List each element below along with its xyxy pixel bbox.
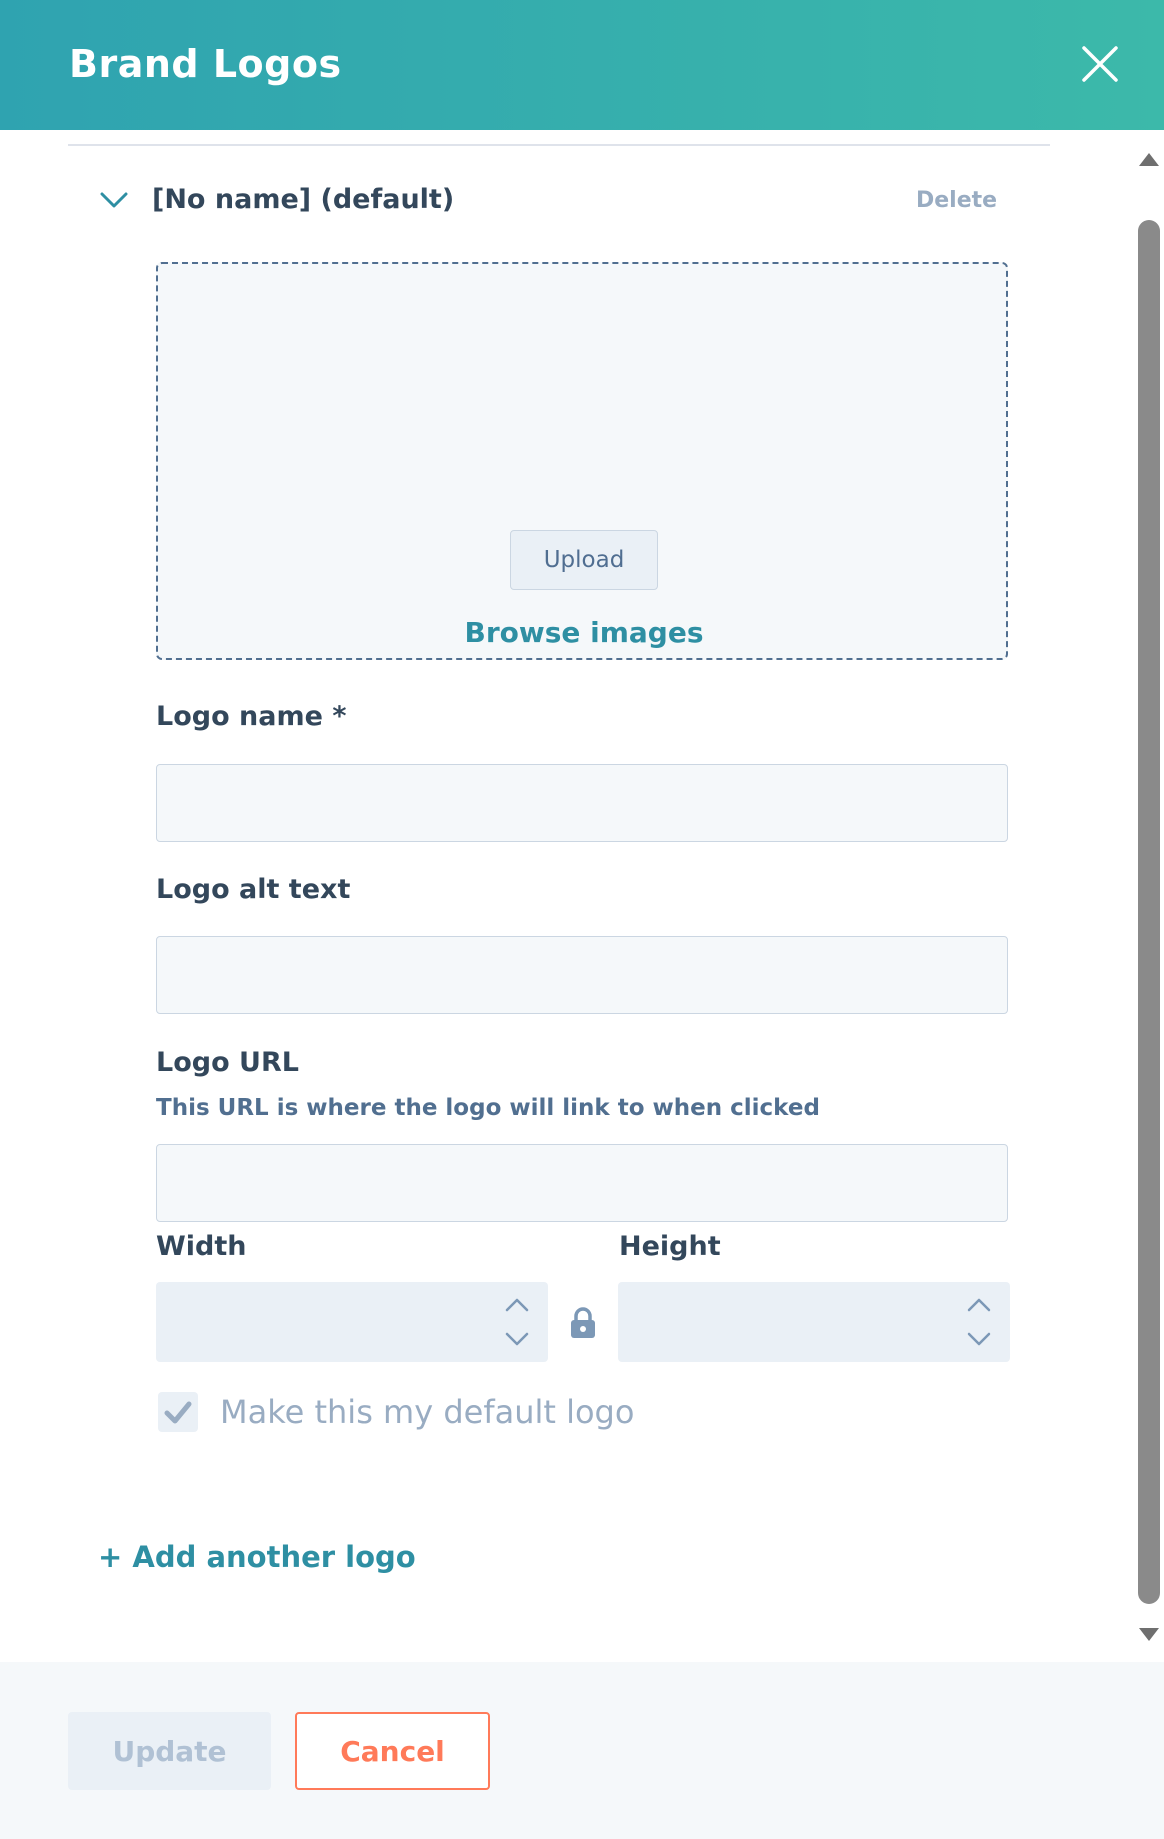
default-logo-checkbox[interactable] [158, 1392, 198, 1432]
width-label: Width [156, 1231, 247, 1262]
collapse-toggle[interactable] [98, 186, 130, 214]
upload-button[interactable]: Upload [510, 530, 658, 590]
scrollbar-thumb[interactable] [1138, 220, 1160, 1604]
scroll-up-arrow-icon[interactable] [1137, 150, 1161, 168]
height-field [618, 1282, 1010, 1362]
logo-url-help-text: This URL is where the logo will link to … [156, 1095, 820, 1121]
scroll-down-arrow-icon[interactable] [1137, 1626, 1161, 1644]
modal-header: Brand Logos [0, 0, 1164, 130]
delete-logo-link[interactable]: Delete [916, 188, 997, 213]
modal-footer: Update Cancel [0, 1662, 1164, 1839]
width-field [156, 1282, 548, 1362]
checkmark-icon [164, 1401, 192, 1424]
height-input[interactable] [618, 1282, 970, 1362]
modal-body: [No name] (default) Delete Upload Browse… [0, 130, 1164, 1662]
width-input[interactable] [156, 1282, 508, 1362]
cancel-button[interactable]: Cancel [295, 1712, 490, 1790]
logo-alt-text-input[interactable] [156, 936, 1008, 1014]
logo-name-input[interactable] [156, 764, 1008, 842]
default-logo-checkbox-label[interactable]: Make this my default logo [220, 1393, 634, 1431]
logo-name-label: Logo name * [156, 701, 347, 732]
modal-title: Brand Logos [69, 42, 342, 86]
close-button[interactable] [1078, 42, 1122, 86]
divider [68, 144, 1050, 146]
logo-section-title: [No name] (default) [152, 184, 455, 215]
logo-url-label: Logo URL [156, 1047, 299, 1078]
lock-icon[interactable] [568, 1306, 598, 1340]
chevron-down-icon[interactable] [966, 1330, 992, 1348]
chevron-up-icon[interactable] [966, 1296, 992, 1314]
chevron-down-icon [100, 192, 128, 208]
update-button[interactable]: Update [68, 1712, 271, 1790]
chevron-up-icon[interactable] [504, 1296, 530, 1314]
logo-alt-text-label: Logo alt text [156, 874, 351, 905]
image-dropzone[interactable]: Upload Browse images [156, 262, 1008, 660]
logo-url-input[interactable] [156, 1144, 1008, 1222]
close-icon [1082, 46, 1118, 82]
height-label: Height [619, 1231, 721, 1262]
add-another-logo-link[interactable]: + Add another logo [98, 1540, 416, 1574]
browse-images-link[interactable]: Browse images [158, 616, 1010, 649]
chevron-down-icon[interactable] [504, 1330, 530, 1348]
